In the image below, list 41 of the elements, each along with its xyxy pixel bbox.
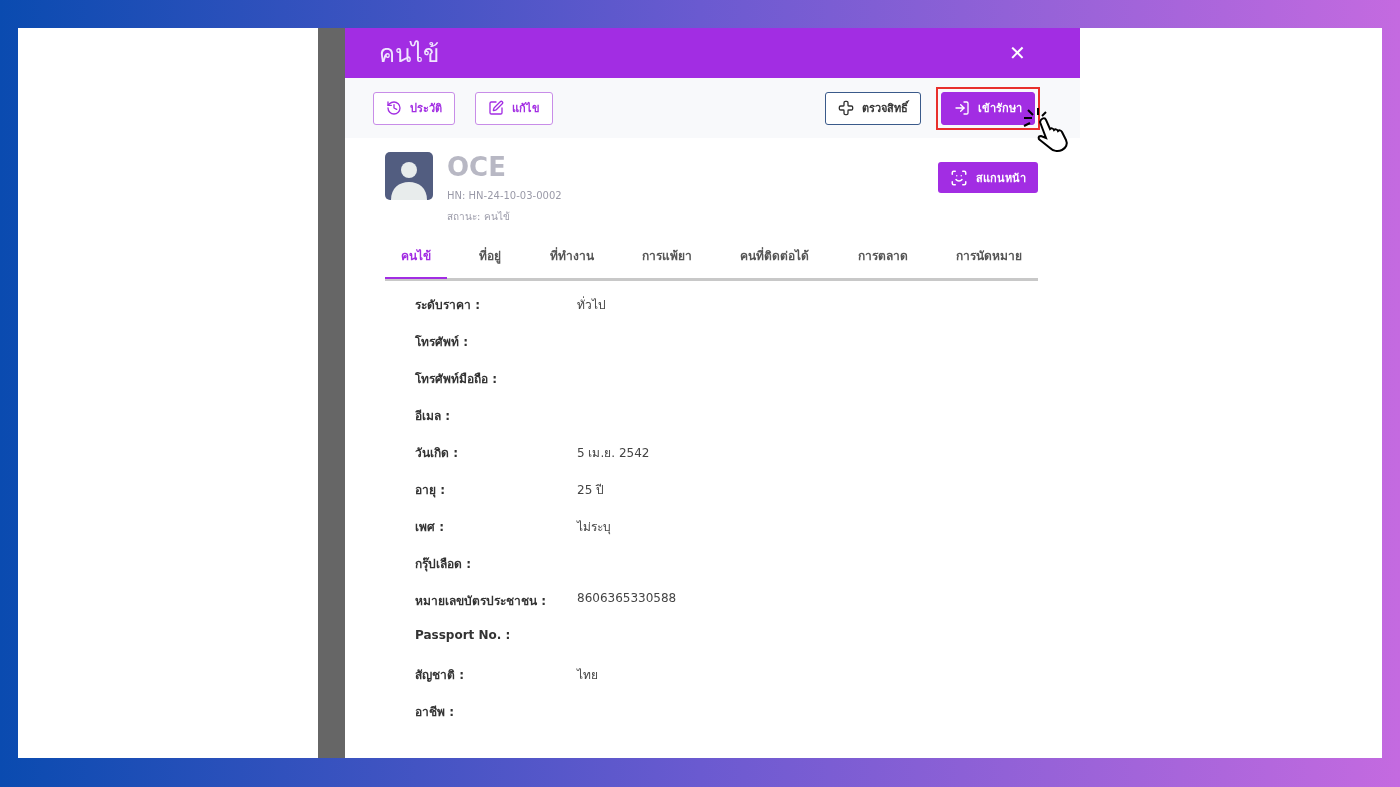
- modal-title: คนไข้: [379, 38, 439, 70]
- field-label: อายุ :: [415, 482, 446, 500]
- history-button[interactable]: ประวัติ: [373, 91, 455, 125]
- field-value: 5 เม.ย. 2542: [577, 445, 651, 462]
- tab[interactable]: ที่อยู่: [463, 238, 518, 279]
- field-label: โทรศัพท์มือถือ :: [415, 371, 498, 388]
- field-value: ไทย: [577, 667, 599, 684]
- field-value: ทั่วไป: [577, 295, 607, 314]
- field-label: สัญชาติ :: [415, 667, 465, 684]
- patient-hn: HN: HN-24-10-03-0002: [447, 190, 563, 201]
- enter-arrow-icon: [954, 100, 970, 116]
- field-label: ระดับราคา :: [415, 297, 481, 314]
- field-label: โทรศัพท์ :: [415, 334, 469, 351]
- face-scan-icon: [950, 168, 968, 187]
- tab[interactable]: การแพ้ยา: [626, 238, 708, 279]
- field-label: กรุ๊ปเลือด :: [415, 556, 472, 574]
- field-value: 8606365330588: [577, 591, 678, 607]
- cross-icon: [838, 100, 854, 116]
- tab[interactable]: การนัดหมาย: [939, 238, 1038, 279]
- field-label: Passport No. :: [415, 628, 512, 644]
- edit-icon: [488, 100, 504, 116]
- field-label: เพศ :: [415, 519, 445, 536]
- field-label: อีเมล :: [415, 408, 451, 425]
- check-rights-button[interactable]: ตรวจสิทธิ์: [825, 91, 921, 125]
- scan-face-button[interactable]: สแกนหน้า: [938, 162, 1038, 193]
- tab[interactable]: ที่ทำงาน: [533, 238, 610, 279]
- field-label: อาชีพ :: [415, 704, 455, 721]
- field-label: วันเกิด :: [415, 445, 459, 462]
- close-button[interactable]: ✕: [1003, 40, 1032, 66]
- avatar-placeholder: [385, 152, 433, 200]
- patient-status: สถานะ: คนไข้: [447, 210, 511, 224]
- tab[interactable]: คนไข้: [385, 238, 447, 279]
- admit-button[interactable]: เข้ารักษา: [941, 91, 1035, 125]
- history-icon: [386, 100, 402, 116]
- tab[interactable]: การตลาด: [841, 238, 924, 279]
- patient-name: OCE: [447, 152, 507, 182]
- tab[interactable]: คนที่ติดต่อได้: [724, 238, 826, 279]
- field-value: ไม่ระบุ: [577, 519, 612, 537]
- field-label: หมายเลขบัตรประชาชน :: [415, 593, 547, 610]
- field-value: 25 ปี: [577, 482, 606, 499]
- edit-button[interactable]: แก้ไข: [475, 91, 553, 125]
